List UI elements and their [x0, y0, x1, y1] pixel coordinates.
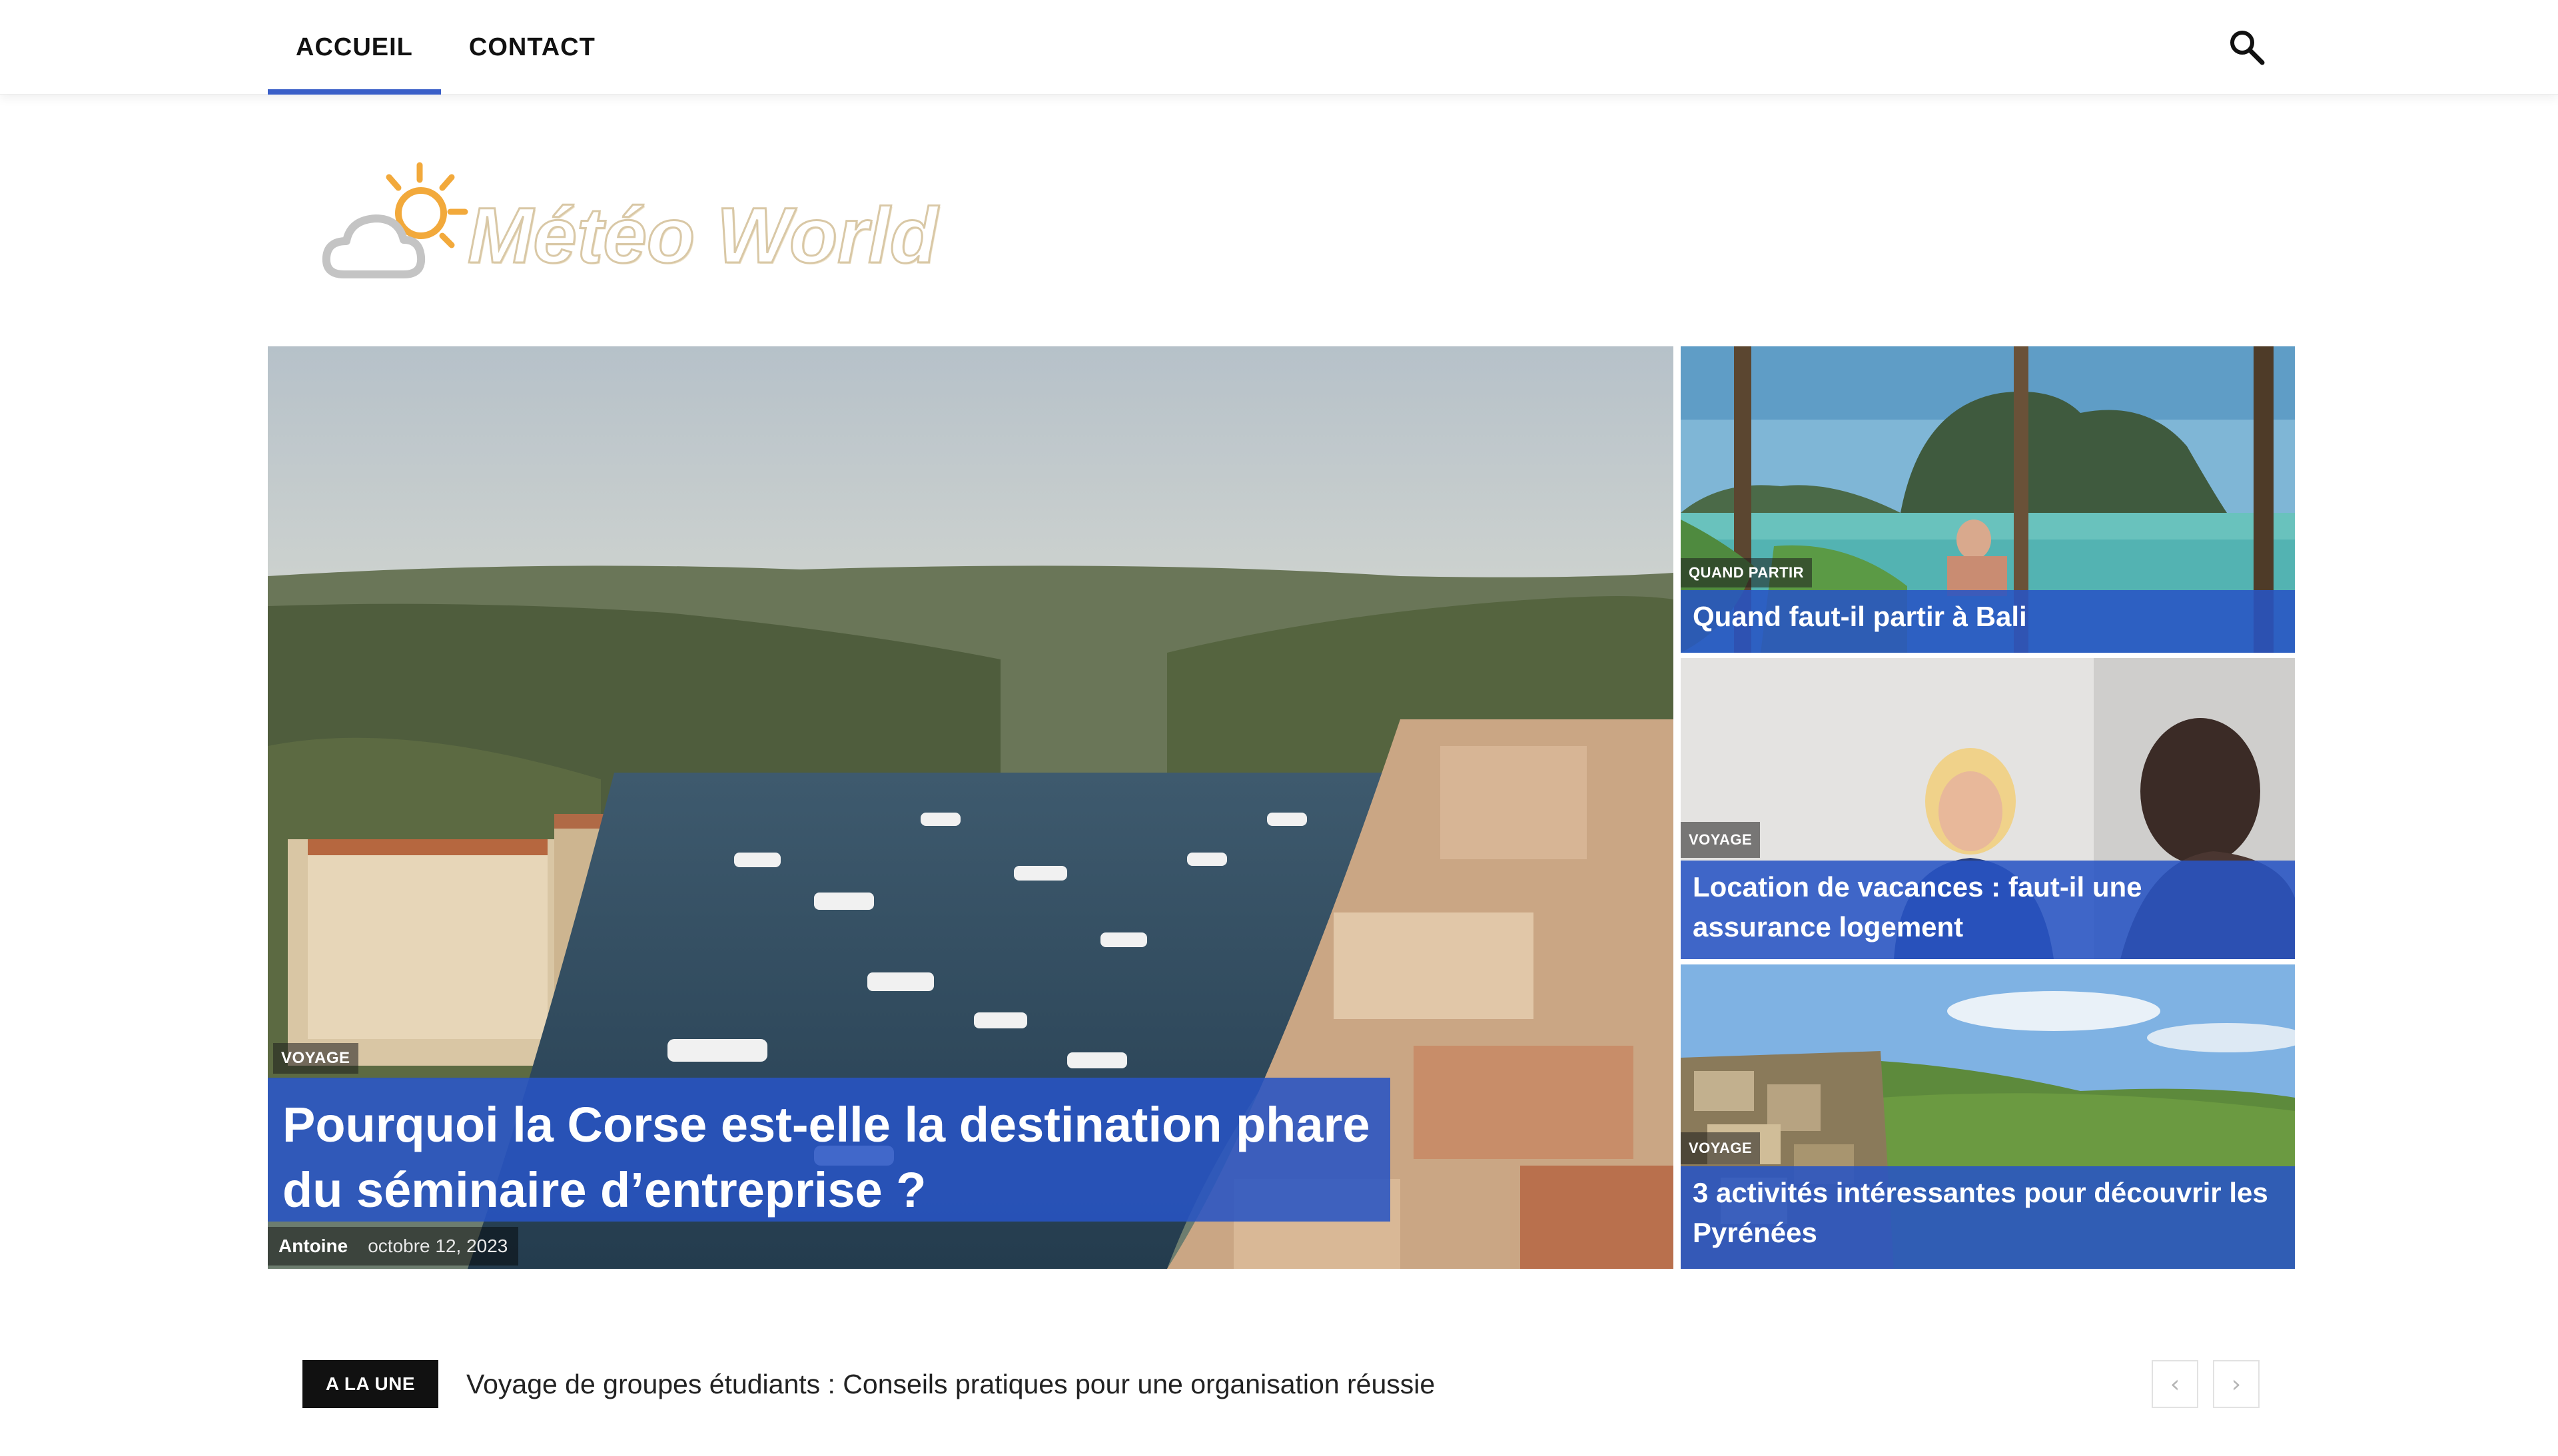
article-category-tag[interactable]: VOYAGE: [1681, 1132, 1761, 1164]
article-category-tag[interactable]: VOYAGE: [1681, 822, 1761, 858]
ticker-prev-button[interactable]: ‹: [2152, 1360, 2198, 1408]
logo-text: Météo World: [467, 191, 939, 281]
nav-item-contact[interactable]: CONTACT: [441, 0, 624, 95]
nav-item-accueil[interactable]: ACCUEIL: [268, 0, 441, 95]
featured-article-location-vacances[interactable]: VOYAGE Location de vacances : faut-il un…: [1681, 658, 2295, 959]
article-author[interactable]: Antoine: [278, 1236, 348, 1257]
sun-cloud-icon: [322, 162, 468, 278]
article-title[interactable]: 3 activités intéressantes pour découvrir…: [1681, 1166, 2295, 1269]
news-ticker: A LA UNE Voyage de groupes étudiants : C…: [302, 1360, 2261, 1408]
top-navigation-bar: ACCUEIL CONTACT: [0, 0, 2558, 95]
ticker-badge: A LA UNE: [302, 1360, 438, 1408]
site-logo[interactable]: Météo World: [320, 157, 939, 290]
search-button[interactable]: [2226, 27, 2268, 68]
chevron-left-icon: ‹: [2170, 1370, 2180, 1398]
article-title[interactable]: Location de vacances : faut-il une assur…: [1681, 861, 2295, 959]
ticker-headline[interactable]: Voyage de groupes étudiants : Conseils p…: [466, 1360, 1435, 1408]
featured-article-main[interactable]: VOYAGE Pourquoi la Corse est-elle la des…: [268, 346, 1673, 1269]
ticker-next-button[interactable]: ›: [2213, 1360, 2260, 1408]
search-icon: [2230, 31, 2265, 65]
article-meta: Antoine octobre 12, 2023: [268, 1227, 519, 1266]
article-category-tag[interactable]: QUAND PARTIR: [1681, 558, 1813, 587]
featured-article-title[interactable]: Pourquoi la Corse est-elle la destinatio…: [268, 1078, 1390, 1222]
featured-article-pyrenees[interactable]: VOYAGE 3 activités intéressantes pour dé…: [1681, 964, 2295, 1269]
article-category-tag[interactable]: VOYAGE: [273, 1043, 358, 1074]
article-title[interactable]: Quand faut-il partir à Bali: [1681, 590, 2295, 653]
chevron-right-icon: ›: [2231, 1370, 2242, 1398]
main-menu: ACCUEIL CONTACT: [268, 0, 624, 95]
featured-article-bali[interactable]: QUAND PARTIR Quand faut-il partir à Bali: [1681, 346, 2295, 653]
article-date: octobre 12, 2023: [368, 1236, 508, 1256]
